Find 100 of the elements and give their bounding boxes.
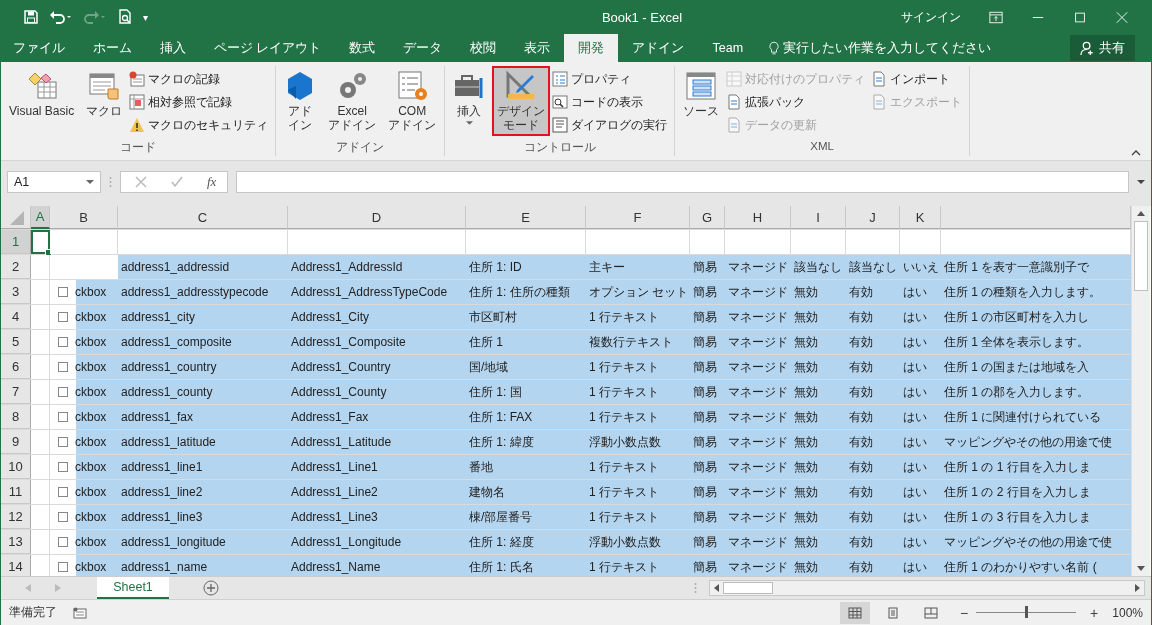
ribbon-tab[interactable]: 校閲 [456,34,511,62]
ribbon-button[interactable]: Visual Basic [4,66,80,136]
checkbox[interactable] [58,487,68,497]
tell-me-field[interactable]: 実行したい作業を入力してください [769,34,992,62]
sheet-tab[interactable]: Sheet1 [97,577,169,599]
ribbon-tab[interactable]: 開発 [564,34,619,62]
ribbon-tab[interactable]: ホーム [79,34,146,62]
column-header[interactable]: I [791,206,846,229]
row-header[interactable]: 2 [1,255,31,279]
ribbon-button[interactable]: マクロ [81,66,128,136]
ribbon-button[interactable]: 挿入 [448,66,491,136]
drag-handle-icon[interactable] [109,176,112,188]
row-header[interactable]: 14 [1,555,31,576]
zoom-level[interactable]: 100% [1112,605,1143,620]
row-header[interactable]: 4 [1,305,31,329]
row-header[interactable]: 5 [1,330,31,354]
ribbon-tab[interactable]: ページ レイアウト [200,34,336,62]
column-header[interactable]: E [466,206,586,229]
zoom-slider[interactable] [1025,606,1029,618]
maximize-icon[interactable] [1073,10,1087,24]
save-icon[interactable] [23,9,39,25]
share-button[interactable]: 共有 [1070,35,1135,61]
macro-record-icon[interactable] [73,606,87,619]
undo-icon[interactable] [49,9,73,25]
row-header[interactable]: 10 [1,455,31,479]
ribbon-button[interactable]: インポート [871,68,967,90]
expand-icon[interactable] [1137,180,1145,184]
cancel-icon[interactable] [135,176,147,188]
ribbon-button[interactable]: COM アドイン [383,66,442,136]
column-header[interactable]: H [725,206,791,229]
scroll-thumb[interactable] [1134,221,1148,291]
checkbox[interactable] [58,337,68,347]
add-sheet-icon[interactable] [203,580,219,596]
checkbox[interactable] [58,512,68,522]
checkbox[interactable] [58,287,68,297]
ribbon-button[interactable]: プロパティ [552,68,672,90]
row-header[interactable]: 9 [1,430,31,454]
row-header[interactable]: 12 [1,505,31,529]
ribbon-button[interactable]: ソース [678,66,725,136]
scroll-down-icon[interactable] [1137,566,1145,571]
column-header[interactable]: C [118,206,288,229]
vertical-scrollbar[interactable] [1131,206,1150,576]
check-icon[interactable] [171,176,183,188]
column-header[interactable]: B [50,206,118,229]
checkbox[interactable] [58,537,68,547]
row-header[interactable]: 1 [1,230,31,254]
ribbon-tab[interactable]: ファイル [1,34,79,62]
zoom-in-button[interactable]: + [1090,604,1099,621]
ribbon-button[interactable]: デザイン モード [492,66,551,136]
column-header[interactable]: F [586,206,690,229]
column-header[interactable] [941,206,1131,229]
split-handle-icon[interactable] [694,582,697,594]
ribbon-tab[interactable]: 挿入 [146,34,200,62]
zoom-out-button[interactable]: − [959,604,969,621]
column-header[interactable]: J [846,206,900,229]
horizontal-scrollbar[interactable] [709,580,1145,596]
print-preview-icon[interactable] [117,9,133,25]
checkbox[interactable] [58,362,68,372]
row-header[interactable]: 13 [1,530,31,554]
ribbon-button[interactable]: コードの表示 [552,91,672,113]
scroll-up-icon[interactable] [1137,211,1145,216]
ribbon-button[interactable]: ダイアログの実行 [552,114,672,136]
ribbon-button[interactable]: Excel アドイン [323,66,382,136]
redo-icon[interactable] [83,9,107,25]
column-header[interactable]: K [900,206,941,229]
checkbox[interactable] [58,462,68,472]
ribbon-display-icon[interactable] [989,10,1003,24]
checkbox[interactable] [58,312,68,322]
close-icon[interactable] [1115,10,1129,24]
checkbox[interactable] [58,437,68,447]
ribbon-button[interactable]: アド イン [279,66,322,136]
column-header[interactable]: A [31,206,50,229]
ribbon-button[interactable]: 相対参照で記録 [129,91,273,113]
ribbon-button[interactable]: マクロの記録 [129,68,273,90]
ribbon-tab[interactable]: 数式 [335,34,390,62]
formula-input[interactable] [236,171,1129,193]
row-header[interactable]: 7 [1,380,31,404]
insert-function-button[interactable]: fx [207,174,217,190]
row-header[interactable]: 6 [1,355,31,379]
ribbon-tab[interactable]: Team [698,34,758,62]
row-header[interactable]: 3 [1,280,31,304]
customize-menu[interactable]: ▾ [143,11,149,23]
checkbox[interactable] [58,387,68,397]
row-header[interactable]: 8 [1,405,31,429]
collapse-ribbon-icon[interactable] [1131,150,1141,156]
checkbox[interactable] [58,562,68,572]
normal-view-button[interactable] [839,601,870,624]
column-header[interactable]: D [288,206,466,229]
scroll-left-icon[interactable] [714,584,719,592]
ribbon-tab[interactable]: アドイン [618,34,699,62]
name-box[interactable]: A1 [7,171,101,193]
row-header[interactable]: 11 [1,480,31,504]
ribbon-button[interactable]: 拡張パック [726,91,870,113]
ribbon-button[interactable]: マクロのセキュリティ [129,114,273,136]
ribbon-tab[interactable]: データ [389,34,457,62]
scroll-right-icon[interactable] [1135,584,1140,592]
column-header[interactable]: G [690,206,725,229]
sign-in-link[interactable]: サインイン [901,8,961,26]
scroll-thumb[interactable] [723,582,773,594]
ribbon-tab[interactable]: 表示 [510,34,565,62]
